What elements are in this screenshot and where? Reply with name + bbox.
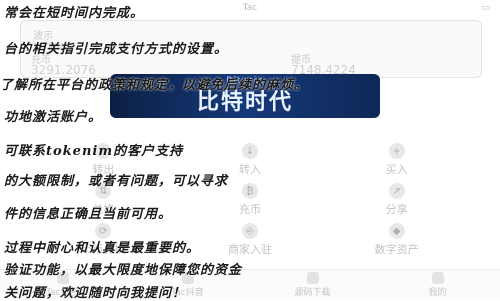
overlay-line: 验证功能，以最大限度地保障您的资金 xyxy=(4,263,243,278)
grid-label: 数字资产 xyxy=(374,243,419,256)
tab-profile[interactable]: 我的 xyxy=(375,270,500,300)
grid-label: 分享 xyxy=(385,203,408,216)
overlay-line: 关问题，欢迎随时向我提问！ xyxy=(4,286,187,301)
overlay-line: 功地激活账户。 xyxy=(4,110,103,125)
user-icon xyxy=(431,272,444,284)
grid-icon: ⎆ xyxy=(241,223,258,239)
overlay-line: 件的信息正确且当前可用。 xyxy=(4,207,173,222)
overlay-line: 的大额限制，或者有问题，可以寻求 xyxy=(4,174,229,189)
tab-download[interactable]: 源码下载 xyxy=(250,270,375,300)
grid-item[interactable]: ↗ 分享 xyxy=(323,180,470,220)
grid-icon: ↓ xyxy=(241,143,258,159)
overlay-line: 可联系tokenim的客户支持 xyxy=(4,144,184,159)
overlay-line: 常会在短时间内完成。 xyxy=(4,6,145,21)
grid-label: 买入 xyxy=(385,163,408,176)
overlay-line: 过程中耐心和认真是最重要的。 xyxy=(4,241,201,256)
grid-label: 商家入驻 xyxy=(227,243,272,256)
tab-label: 源码下载 xyxy=(294,288,331,298)
grid-icon: ↗ xyxy=(388,183,405,199)
grid-item[interactable]: + 买入 xyxy=(323,140,470,180)
download-icon xyxy=(306,272,319,284)
overlay-line: 了解所在平台的政策和规定，以避免后续的麻烦。 xyxy=(0,78,309,93)
grid-item[interactable]: ◆ 数字资产 xyxy=(323,220,470,260)
overlay-line: 台的相关指引完成支付方式的设置。 xyxy=(4,42,229,57)
grid-label: 充币 xyxy=(238,203,261,216)
grid-label: 转入 xyxy=(238,163,261,176)
tab-label: 我的 xyxy=(428,288,447,298)
battery-icon: ▭ xyxy=(481,3,490,13)
grid-icon: ◆ xyxy=(388,223,405,239)
status-carrier: Tac xyxy=(242,3,258,13)
grid-icon: ₿ xyxy=(241,183,258,199)
grid-icon: + xyxy=(388,143,405,159)
